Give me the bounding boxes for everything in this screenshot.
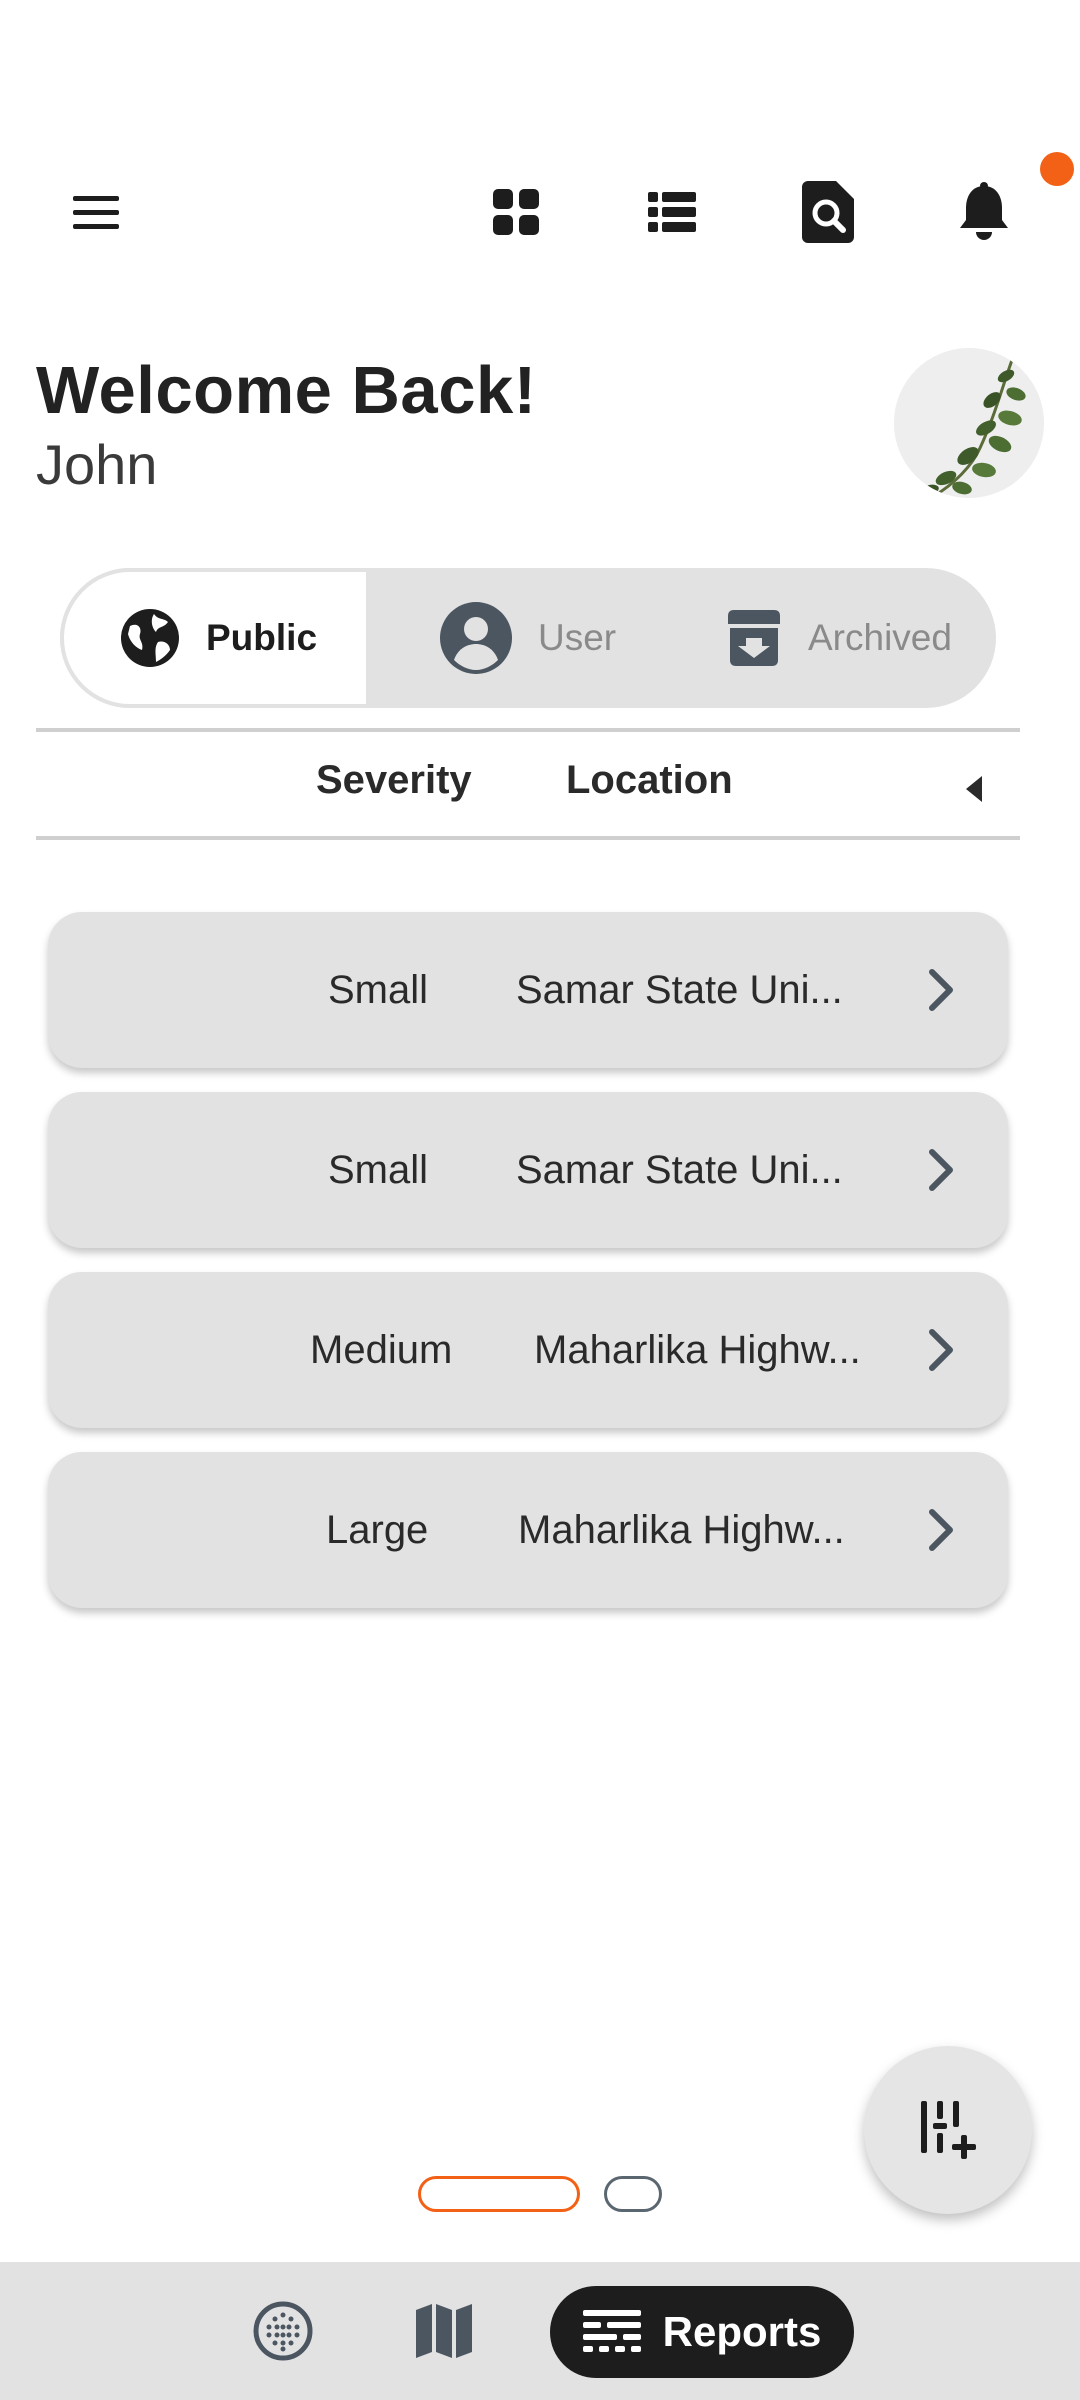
- avatar[interactable]: [894, 348, 1044, 498]
- row-location: Maharlika Highw...: [518, 1508, 845, 1552]
- plant-avatar-image: [894, 348, 1044, 498]
- row-location: Maharlika Highw...: [534, 1328, 861, 1372]
- row-severity: Small: [328, 968, 429, 1012]
- row-severity: Medium: [310, 1328, 453, 1372]
- filter-archived-label: Archived: [808, 617, 952, 658]
- grid-icon: [493, 189, 539, 235]
- filter-user[interactable]: User: [440, 568, 616, 708]
- table-row[interactable]: Small Samar State Uni...: [48, 912, 1008, 1068]
- table-row[interactable]: Small Samar State Uni...: [48, 1092, 1008, 1248]
- row-location: Samar State Uni...: [516, 1148, 843, 1192]
- chevron-right-icon: [926, 966, 956, 1019]
- user-circle-icon: [440, 602, 512, 674]
- notifications-button[interactable]: [948, 176, 1020, 248]
- header-divider-top: [36, 728, 1020, 732]
- list-view-button[interactable]: [636, 176, 708, 248]
- list-icon: [648, 192, 696, 232]
- bell-icon: [960, 182, 1008, 240]
- filter-public[interactable]: Public: [60, 568, 370, 708]
- notification-dot: [1040, 152, 1074, 186]
- add-filter-fab[interactable]: [864, 2046, 1032, 2214]
- column-severity[interactable]: Severity: [316, 758, 472, 803]
- filter-public-label: Public: [206, 617, 318, 658]
- chevron-right-icon: [926, 1326, 956, 1379]
- visibility-filter: Public User Archived: [60, 568, 996, 708]
- search-document-icon: [802, 181, 854, 243]
- menu-icon: [73, 196, 119, 229]
- nav-reports-label: Reports: [662, 2308, 822, 2355]
- sort-caret-icon[interactable]: [966, 776, 984, 807]
- globe-icon: [120, 608, 180, 668]
- nav-explore[interactable]: [252, 2300, 314, 2362]
- welcome-title: Welcome Back!: [36, 353, 537, 428]
- row-severity: Small: [328, 1148, 429, 1192]
- row-severity: Large: [326, 1508, 429, 1552]
- grid-view-button[interactable]: [480, 176, 552, 248]
- filter-user-label: User: [538, 617, 617, 658]
- user-name: John: [36, 433, 158, 496]
- menu-button[interactable]: [60, 176, 132, 248]
- column-location[interactable]: Location: [566, 758, 733, 803]
- map-icon: [416, 2304, 472, 2358]
- search-reports-button[interactable]: [792, 176, 864, 248]
- table-row[interactable]: Medium Maharlika Highw...: [48, 1272, 1008, 1428]
- filter-add-icon: [921, 2101, 976, 2159]
- reports-icon: [582, 2310, 641, 2354]
- table-row[interactable]: Large Maharlika Highw...: [48, 1452, 1008, 1608]
- page-indicator-inactive[interactable]: [604, 2176, 662, 2212]
- row-location: Samar State Uni...: [516, 968, 843, 1012]
- filter-archived[interactable]: Archived: [726, 568, 952, 708]
- nav-reports[interactable]: Reports: [550, 2286, 854, 2378]
- header-divider-bottom: [36, 836, 1020, 840]
- chevron-right-icon: [926, 1146, 956, 1199]
- page-indicator-active[interactable]: [418, 2176, 580, 2212]
- globe-grid-icon: [253, 2301, 313, 2361]
- bottom-navigation: Reports: [0, 2262, 1080, 2400]
- chevron-right-icon: [926, 1506, 956, 1559]
- nav-map[interactable]: [414, 2302, 474, 2360]
- archive-icon: [726, 610, 782, 666]
